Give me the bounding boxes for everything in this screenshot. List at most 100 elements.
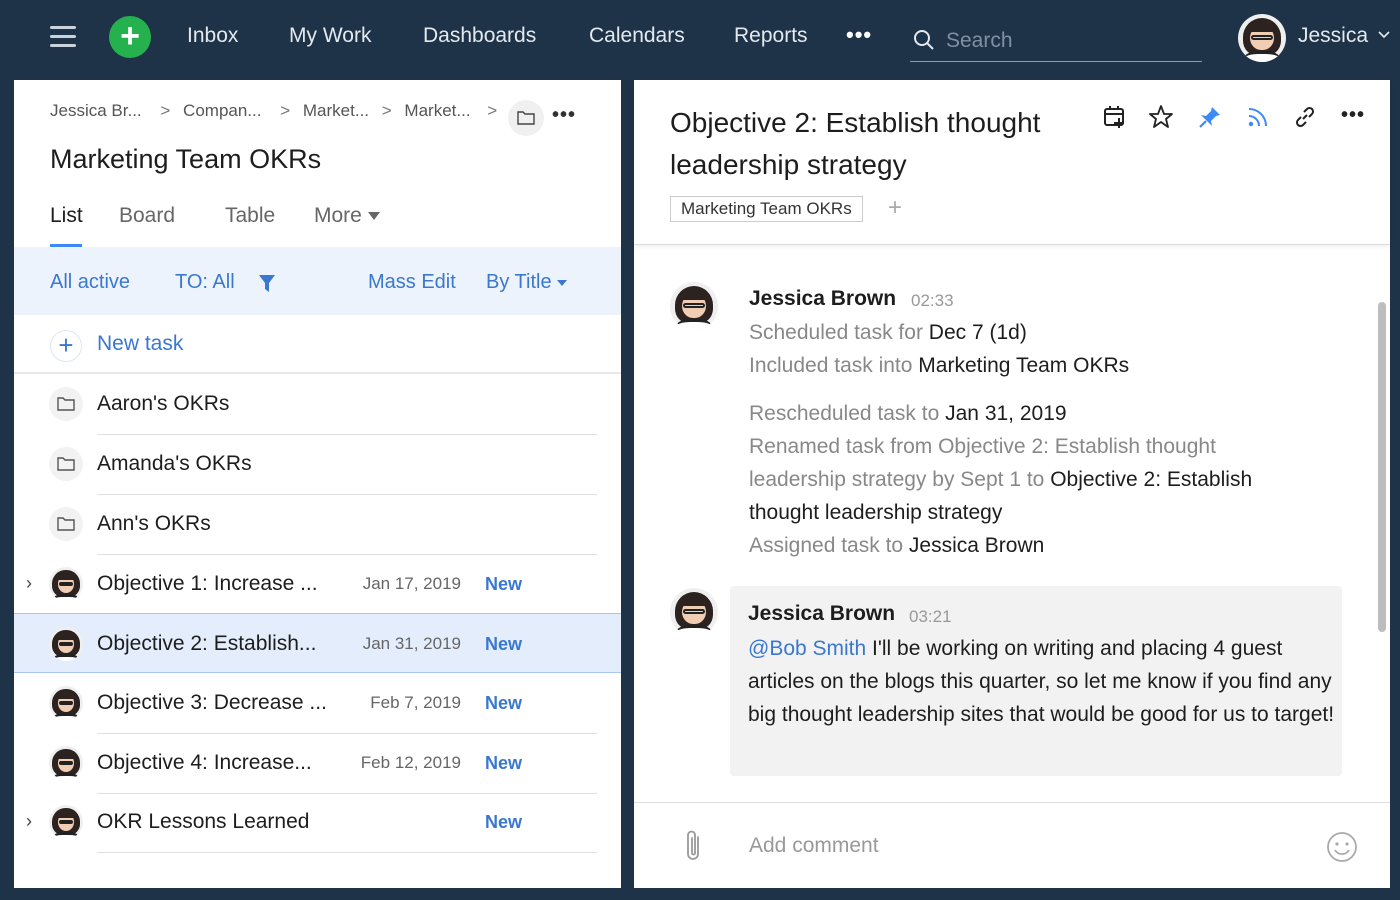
activity-line: Scheduled task for Dec 7 (1d) xyxy=(749,321,1027,344)
expand-chevron-icon[interactable]: › xyxy=(26,811,32,832)
activity-stream: Jessica Brown 02:33 Scheduled task for D… xyxy=(634,246,1390,802)
tab-more[interactable]: More xyxy=(314,204,380,228)
comment-time: 03:21 xyxy=(909,607,952,626)
mass-edit-button[interactable]: Mass Edit xyxy=(368,271,456,294)
assignee-avatar xyxy=(49,746,83,780)
task-date: Jan 17, 2019 xyxy=(362,574,461,593)
attachment-icon[interactable] xyxy=(684,829,704,863)
nav-reports[interactable]: Reports xyxy=(734,24,808,48)
comment-composer xyxy=(634,802,1390,888)
plus-icon: + xyxy=(50,330,82,362)
breadcrumb-separator: > xyxy=(160,101,171,120)
pin-icon[interactable] xyxy=(1197,104,1223,130)
task-row[interactable]: › OKR Lessons Learned New xyxy=(14,793,621,853)
caret-down-icon xyxy=(367,212,380,221)
comment-bubble: Jessica Brown 03:21 @Bob Smith I'll be w… xyxy=(730,586,1342,776)
add-tag-button[interactable]: + xyxy=(888,194,902,222)
subfolder-row[interactable]: Ann's OKRs xyxy=(14,495,621,555)
task-row[interactable]: Objective 4: Increase... Feb 12, 2019 Ne… xyxy=(14,734,621,794)
folder-icon xyxy=(49,387,83,421)
activity-line: Assigned task to Jessica Brown xyxy=(749,534,1045,557)
breadcrumb-item[interactable]: Compan... xyxy=(183,101,261,120)
more-options-button[interactable]: ••• xyxy=(552,104,576,127)
breadcrumb-item[interactable]: Market... xyxy=(303,101,369,120)
nav-inbox[interactable]: Inbox xyxy=(187,24,238,48)
scrollbar[interactable] xyxy=(1378,302,1386,632)
subfolder-title: Ann's OKRs xyxy=(97,512,211,535)
author-avatar xyxy=(670,282,718,330)
author-avatar xyxy=(670,588,718,636)
nav-more-button[interactable]: ••• xyxy=(846,22,872,48)
subfolder-row[interactable]: Aaron's OKRs xyxy=(14,375,621,435)
user-name: Jessica xyxy=(1298,24,1369,47)
task-date: Feb 12, 2019 xyxy=(360,753,461,772)
search-icon xyxy=(914,30,934,50)
task-row[interactable]: Objective 3: Decrease ... Feb 7, 2019 Ne… xyxy=(14,674,621,734)
comment-text: @Bob Smith I'll be working on writing an… xyxy=(748,637,1335,726)
nav-dashboards[interactable]: Dashboards xyxy=(423,24,536,48)
create-new-button[interactable]: + xyxy=(109,16,151,58)
task-row-selected[interactable]: Objective 2: Establish... Jan 31, 2019 N… xyxy=(14,613,621,673)
task-row[interactable]: › Objective 1: Increase ... Jan 17, 2019… xyxy=(14,555,621,615)
assignee-avatar xyxy=(49,805,83,839)
activity-line: Included task into Marketing Team OKRs xyxy=(749,354,1130,377)
more-options-button[interactable]: ••• xyxy=(1341,104,1365,127)
user-mention[interactable]: @Bob Smith xyxy=(748,637,866,660)
search-input[interactable] xyxy=(946,26,1196,56)
activity-time: 02:33 xyxy=(911,291,954,310)
folder-panel: Jessica Br... > Compan... > Market... > … xyxy=(14,80,621,888)
folder-icon xyxy=(49,507,83,541)
link-icon[interactable] xyxy=(1292,104,1318,130)
rss-follow-icon[interactable] xyxy=(1245,104,1271,130)
task-date: Jan 31, 2019 xyxy=(362,634,461,653)
tab-list[interactable]: List xyxy=(50,204,83,228)
task-detail-title[interactable]: Objective 2: Establish thought leadershi… xyxy=(670,102,1090,186)
menu-icon[interactable] xyxy=(50,26,76,48)
assignee-avatar xyxy=(49,686,83,720)
folder-tag[interactable]: Marketing Team OKRs xyxy=(670,196,863,222)
activity-author[interactable]: Jessica Brown xyxy=(749,287,896,311)
nav-my-work[interactable]: My Work xyxy=(289,24,371,48)
nav-calendars[interactable]: Calendars xyxy=(589,24,685,48)
status-badge: New xyxy=(485,753,523,773)
tab-table[interactable]: Table xyxy=(225,204,275,228)
new-task-row[interactable]: + New task xyxy=(14,315,621,374)
task-title: Objective 2: Establish... xyxy=(97,632,317,655)
folder-icon xyxy=(517,111,535,125)
comment-author[interactable]: Jessica Brown xyxy=(748,602,895,626)
activity-line: leadership strategy by Sept 1 to Objecti… xyxy=(749,468,1253,491)
filter-bar: All active TO: All Mass Edit By Title xyxy=(14,247,621,315)
activity-line: thought leadership strategy xyxy=(749,501,1003,524)
comment-input[interactable] xyxy=(749,831,1309,861)
task-detail-panel: Objective 2: Establish thought leadershi… xyxy=(634,80,1390,888)
expand-chevron-icon[interactable]: › xyxy=(26,573,32,594)
star-icon[interactable] xyxy=(1148,104,1174,130)
sort-dropdown[interactable]: By Title xyxy=(486,271,567,294)
folder-icon xyxy=(49,447,83,481)
filter-icon[interactable] xyxy=(258,274,276,294)
status-badge: New xyxy=(485,634,523,654)
task-header: Objective 2: Establish thought leadershi… xyxy=(634,80,1390,245)
task-title: Objective 1: Increase ... xyxy=(97,572,318,595)
assignee-filter[interactable]: TO: All xyxy=(175,271,235,294)
user-avatar xyxy=(1238,14,1286,62)
breadcrumb-separator: > xyxy=(280,101,291,120)
status-filter[interactable]: All active xyxy=(50,271,130,294)
status-badge: New xyxy=(485,574,523,594)
status-badge: New xyxy=(485,693,523,713)
subfolder-row[interactable]: Amanda's OKRs xyxy=(14,435,621,495)
breadcrumb-separator: > xyxy=(487,101,498,120)
task-title: Objective 3: Decrease ... xyxy=(97,691,327,714)
assignee-avatar xyxy=(49,627,83,661)
breadcrumb-item[interactable]: Market... xyxy=(404,101,470,120)
calendar-add-icon[interactable] xyxy=(1102,104,1128,130)
tab-board[interactable]: Board xyxy=(119,204,175,228)
breadcrumb-item[interactable]: Jessica Br... xyxy=(50,101,142,120)
task-date: Feb 7, 2019 xyxy=(370,693,461,712)
status-badge: New xyxy=(485,812,523,832)
emoji-icon[interactable] xyxy=(1326,831,1358,863)
assignee-avatar xyxy=(49,567,83,601)
folder-button[interactable] xyxy=(508,100,544,136)
subfolder-title: Amanda's OKRs xyxy=(97,452,252,475)
activity-line: Renamed task from Objective 2: Establish… xyxy=(749,435,1216,458)
